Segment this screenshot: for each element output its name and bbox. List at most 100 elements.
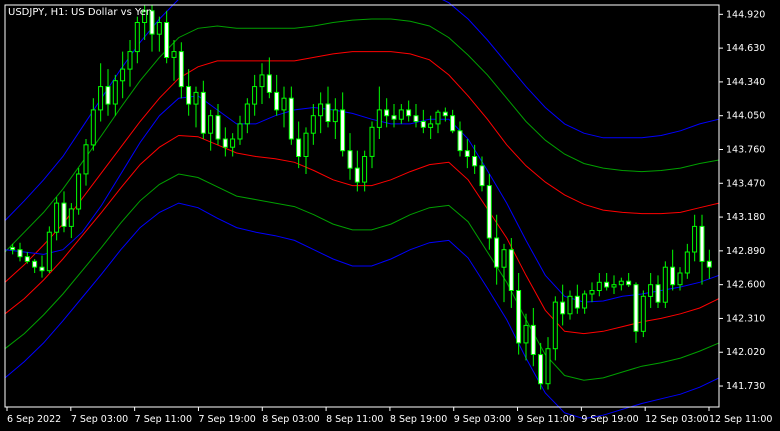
bull-candle [611, 284, 617, 288]
price-label: 142.310 [726, 313, 765, 324]
bull-candle [376, 109, 382, 128]
time-label: 8 Sep 03:00 [262, 414, 319, 425]
bull-candle [193, 91, 199, 105]
bull-candle [83, 144, 89, 175]
bull-candle [428, 123, 434, 128]
bull-candle [237, 123, 243, 140]
bull-candle [252, 86, 258, 105]
bull-candle [259, 74, 265, 88]
bear-candle [340, 109, 346, 152]
price-label: 141.730 [726, 381, 765, 392]
bull-candle [244, 103, 250, 125]
bear-candle [420, 121, 426, 128]
bull-candle [208, 115, 214, 134]
bull-candle [127, 51, 133, 70]
price-label: 143.470 [726, 178, 765, 189]
bull-candle [98, 86, 104, 111]
bear-candle [200, 91, 206, 134]
time-label: 9 Sep 03:00 [454, 414, 511, 425]
bear-candle [530, 324, 536, 355]
bull-candle [230, 138, 236, 148]
bull-candle [90, 109, 96, 146]
bull-candle [332, 109, 338, 123]
bear-candle [384, 109, 390, 117]
bear-candle [706, 260, 712, 268]
time-label: 6 Sep 2022 [7, 414, 61, 425]
bear-candle [10, 246, 16, 251]
bear-candle [699, 225, 705, 262]
bear-candle [516, 290, 522, 344]
time-label: 8 Sep 11:00 [326, 414, 383, 425]
bull-candle [54, 202, 60, 233]
bear-candle [479, 165, 485, 187]
bear-candle [215, 115, 221, 140]
bull-candle [545, 348, 551, 385]
bear-candle [178, 51, 184, 88]
bear-candle [442, 111, 448, 117]
bull-candle [46, 231, 52, 272]
chart-canvas[interactable]: USDJPY, H1: US Dollar vs Yen 144.920 144.… [0, 0, 780, 431]
bear-candle [61, 202, 67, 227]
bull-candle [76, 173, 82, 210]
bear-candle [464, 150, 470, 157]
price-label: 144.630 [726, 43, 765, 54]
bear-candle [457, 130, 463, 152]
time-label: 8 Sep 19:00 [390, 414, 447, 425]
price-label: 142.600 [726, 280, 765, 291]
bull-candle [310, 115, 316, 134]
time-label: 7 Sep 19:00 [198, 414, 255, 425]
bear-candle [655, 284, 661, 303]
bull-candle [589, 290, 595, 295]
bull-candle [134, 22, 140, 53]
bear-candle [24, 256, 30, 262]
bull-candle [369, 126, 375, 157]
bear-candle [413, 115, 419, 122]
bull-candle [523, 324, 529, 344]
bear-candle [164, 22, 170, 58]
price-label: 144.920 [726, 9, 765, 20]
bear-candle [391, 115, 397, 120]
bear-candle [626, 280, 632, 286]
bull-candle [501, 249, 507, 268]
bull-candle [662, 266, 668, 303]
bull-candle [552, 301, 558, 350]
bull-candle [120, 68, 126, 82]
time-label: 12 Sep 11:00 [709, 414, 772, 425]
bear-candle [222, 138, 228, 148]
bear-candle [494, 237, 500, 268]
time-label: 9 Sep 11:00 [518, 414, 575, 425]
bear-candle [604, 281, 610, 288]
bear-candle [32, 260, 38, 268]
bull-candle [677, 272, 683, 286]
bull-candle [692, 225, 698, 253]
bear-candle [486, 185, 492, 239]
bull-candle [567, 295, 573, 315]
bear-candle [17, 249, 23, 258]
bear-candle [450, 115, 456, 132]
chart-title: USDJPY, H1: US Dollar vs Yen [8, 7, 152, 18]
bull-candle [318, 103, 324, 117]
bear-candle [347, 150, 353, 169]
time-label: 12 Sep 03:00 [645, 414, 708, 425]
bear-candle [670, 266, 676, 286]
bear-candle [538, 354, 544, 385]
bear-candle [325, 103, 331, 122]
bear-candle [574, 295, 580, 309]
bull-candle [281, 97, 287, 111]
bull-candle [648, 284, 654, 297]
bull-candle [156, 22, 162, 35]
price-label: 143.180 [726, 212, 765, 223]
bear-candle [105, 86, 111, 105]
bull-candle [171, 51, 177, 58]
price-label: 142.890 [726, 246, 765, 257]
bull-candle [435, 111, 441, 125]
bull-candle [68, 208, 74, 227]
bear-candle [508, 249, 514, 291]
time-label: 9 Sep 19:00 [581, 414, 638, 425]
bear-candle [266, 74, 272, 93]
bull-candle [582, 293, 588, 309]
bear-candle [472, 156, 478, 167]
time-label: 7 Sep 11:00 [135, 414, 192, 425]
bull-candle [596, 281, 602, 291]
bear-candle [288, 97, 294, 140]
